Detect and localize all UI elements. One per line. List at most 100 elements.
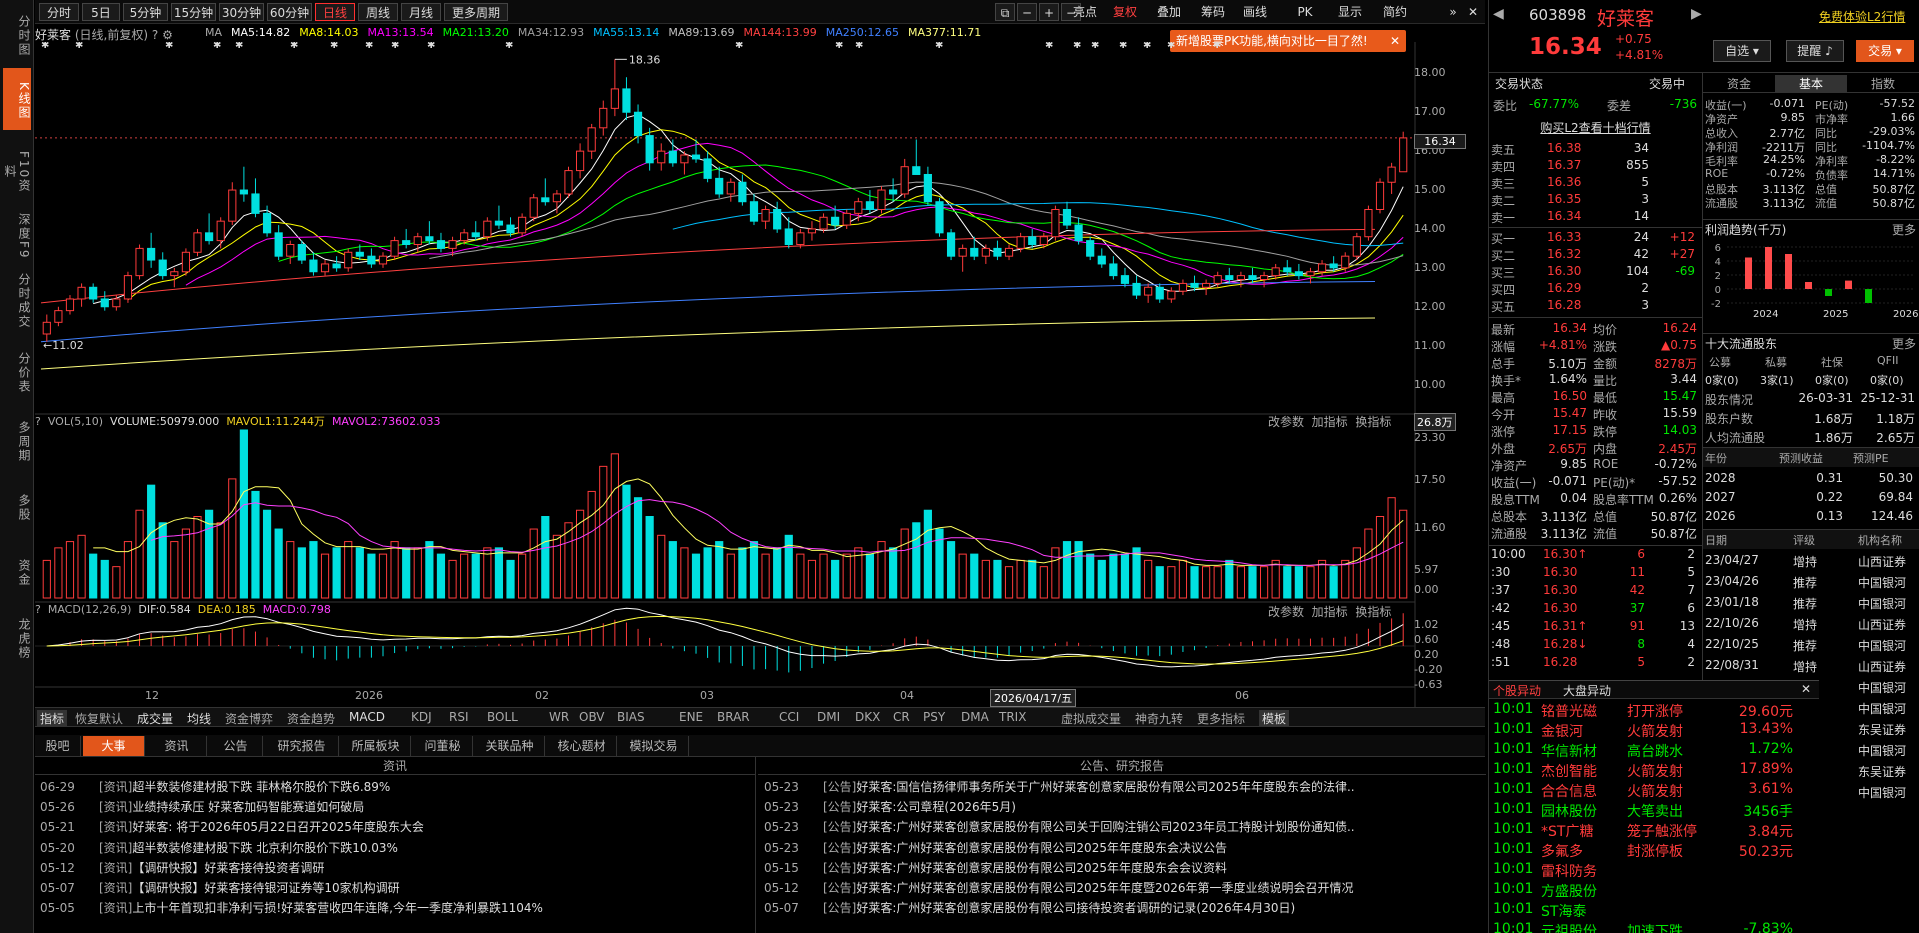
- indicator-tab-10[interactable]: WR: [549, 710, 569, 724]
- trade-button[interactable]: 交易 ▾: [1856, 40, 1914, 62]
- help-icon[interactable]: ?: [35, 415, 41, 428]
- l2-link[interactable]: 购买L2查看十档行情: [1489, 119, 1702, 136]
- period-9[interactable]: 更多周期: [444, 3, 508, 21]
- event-star-icon[interactable]: ✱: [427, 42, 435, 51]
- news-item[interactable]: 06-29 [资讯]超半数装修建材股下跌 菲林格尔股价下跌6.89%: [40, 777, 740, 797]
- indicator-tab-9[interactable]: BOLL: [487, 710, 518, 724]
- toolbar-7[interactable]: 简约: [1375, 3, 1415, 21]
- add-indicator-button[interactable]: 加指标: [1312, 605, 1348, 619]
- period-0[interactable]: 分时: [39, 3, 79, 21]
- indicator-tab-15[interactable]: CCI: [779, 710, 799, 724]
- abnormal-row[interactable]: 10:01 ST海泰: [1489, 901, 1819, 921]
- event-star-icon[interactable]: ✱: [1091, 42, 1099, 51]
- indicator-tab-1[interactable]: 恢复默认: [75, 710, 123, 727]
- zoom-tool-2-icon[interactable]: +: [1039, 3, 1059, 21]
- news-item[interactable]: 05-23 [公告]好莱客:广州好莱客创意家居股份有限公司2025年年度股东会决议…: [764, 838, 1454, 858]
- indicator-tab-6[interactable]: MACD: [349, 710, 385, 724]
- sidebar-item-6[interactable]: 多周期: [3, 412, 31, 468]
- indicator-tab-4[interactable]: 资金博弈: [225, 710, 273, 727]
- event-star-icon[interactable]: ✱: [75, 42, 83, 51]
- fund-tab-0[interactable]: 资金: [1703, 75, 1775, 92]
- more-link[interactable]: 更多: [1892, 335, 1916, 352]
- adjust-mode[interactable]: (日线,前复权): [75, 28, 148, 42]
- indicator-tab-16[interactable]: DMI: [817, 710, 840, 724]
- news-item[interactable]: 05-12 [公告]好莱客:广州好莱客创意家居股份有限公司2025年年度暨2026…: [764, 878, 1454, 898]
- sidebar-item-5[interactable]: 分价表: [3, 338, 31, 404]
- news-item[interactable]: 05-26 [资讯]业绩持续承压 好莱客加码智能赛道如何破局: [40, 797, 740, 817]
- news-tab-8[interactable]: 核心题材: [547, 736, 617, 756]
- event-star-icon[interactable]: ✱: [1119, 42, 1127, 51]
- event-star-icon[interactable]: ✱: [1167, 42, 1175, 51]
- news-item[interactable]: 05-23 [公告]好莱客:国信信扬律师事务所关于广州好莱客创意家居股份有限公司2…: [764, 777, 1454, 797]
- toolbar-2[interactable]: 叠加: [1149, 3, 1189, 21]
- event-star-icon[interactable]: ✱: [835, 42, 843, 51]
- sidebar-item-7[interactable]: 多股: [3, 476, 31, 536]
- zoom-tool-1-icon[interactable]: ─: [1017, 3, 1037, 21]
- toolbar-1[interactable]: 复权: [1105, 3, 1145, 21]
- event-star-icon[interactable]: ✱: [935, 42, 943, 51]
- indicator-tab-19[interactable]: PSY: [923, 710, 945, 724]
- event-star-icon[interactable]: ✱: [1213, 42, 1221, 51]
- event-star-icon[interactable]: ✱: [505, 42, 513, 51]
- news-item[interactable]: 05-23 [公告]好莱客:公司章程(2026年5月): [764, 797, 1454, 817]
- abnormal-row[interactable]: 10:01 华信新材 高台跳水 1.72%: [1489, 741, 1819, 761]
- abnormal-row[interactable]: 10:01 雷科防务: [1489, 861, 1819, 881]
- close-icon[interactable]: ✕: [1465, 3, 1481, 21]
- indicator-tab-21[interactable]: TRIX: [999, 710, 1026, 724]
- prev-stock-icon[interactable]: ◀: [1493, 6, 1504, 22]
- indicator-tab-12[interactable]: BIAS: [617, 710, 645, 724]
- event-star-icon[interactable]: ✱: [735, 42, 743, 51]
- abnormal-row[interactable]: 10:01 方盛股份: [1489, 881, 1819, 901]
- event-star-icon[interactable]: ✱: [290, 42, 298, 51]
- close-icon[interactable]: ✕: [1801, 682, 1811, 696]
- indicator-tab-17[interactable]: DKX: [855, 710, 880, 724]
- abnormal-row[interactable]: 10:01 杰创智能 火箭发射 17.89%: [1489, 761, 1819, 781]
- event-star-icon[interactable]: ✱: [165, 42, 173, 51]
- period-4[interactable]: 30分钟: [219, 3, 264, 21]
- fund-tab-2[interactable]: 指数: [1847, 75, 1919, 92]
- period-6[interactable]: 日线: [315, 3, 355, 21]
- event-star-icon[interactable]: ✱: [330, 42, 338, 51]
- news-item[interactable]: 05-23 [公告]好莱客:广州好莱客创意家居股份有限公司关于回购注销公司2023…: [764, 817, 1454, 837]
- period-2[interactable]: 5分钟: [123, 3, 168, 21]
- news-tab-5[interactable]: 所属板块: [341, 736, 411, 756]
- toolbar-4[interactable]: 画线: [1235, 3, 1275, 21]
- news-item[interactable]: 05-12 [资讯]【调研快报】好莱客接待投资者调研: [40, 858, 740, 878]
- add-favorite-button[interactable]: 自选 ▾: [1713, 40, 1771, 62]
- news-tab-3[interactable]: 公告: [209, 736, 263, 756]
- news-tab-4[interactable]: 研究报告: [265, 736, 339, 756]
- event-star-icon[interactable]: ✱: [1073, 42, 1081, 51]
- event-star-icon[interactable]: ✱: [235, 42, 243, 51]
- next-stock-icon[interactable]: ▶: [1691, 6, 1702, 22]
- abnormal-row[interactable]: 10:01 金银河 火箭发射 13.43%: [1489, 721, 1819, 741]
- period-8[interactable]: 月线: [401, 3, 441, 21]
- news-tab-2[interactable]: 资讯: [147, 736, 207, 756]
- indicator-tab-8[interactable]: RSI: [449, 710, 469, 724]
- abnormal-row[interactable]: 10:01 园林股份 大笔卖出 3456手: [1489, 801, 1819, 821]
- change-indicator-button[interactable]: 换指标: [1355, 415, 1391, 429]
- news-tab-6[interactable]: 问董秘: [413, 736, 473, 756]
- toolbar-5[interactable]: PK: [1285, 3, 1325, 21]
- indicator-tab-25[interactable]: 模板: [1259, 710, 1290, 727]
- more-link[interactable]: 更多: [1892, 221, 1916, 238]
- gear-icon[interactable]: ⚙: [162, 28, 173, 42]
- news-item[interactable]: 05-07 [资讯]【调研快报】好莱客接待银河证券等10家机构调研: [40, 878, 740, 898]
- toolbar-3[interactable]: 筹码: [1193, 3, 1233, 21]
- event-star-icon[interactable]: ✱: [365, 42, 373, 51]
- alert-button[interactable]: 提醒 ♪: [1786, 40, 1844, 62]
- indicator-tab-20[interactable]: DMA: [961, 710, 989, 724]
- news-tab-0[interactable]: 股吧: [35, 736, 81, 756]
- indicator-tab-14[interactable]: BRAR: [717, 710, 750, 724]
- event-star-icon[interactable]: ✱: [391, 42, 399, 51]
- sidebar-item-1[interactable]: K线图: [3, 68, 31, 130]
- news-item[interactable]: 05-07 [公告]好莱客:广州好莱客创意家居股份有限公司接待投资者调研的记录(2…: [764, 898, 1454, 918]
- event-star-icon[interactable]: ✱: [1143, 42, 1151, 51]
- news-tab-7[interactable]: 关联品种: [475, 736, 545, 756]
- abnormal-row[interactable]: 10:01 合合信息 火箭发射 3.61%: [1489, 781, 1819, 801]
- news-item[interactable]: 05-15 [公告]好莱客:广州好莱客创意家居股份有限公司2025年年度股东会会议…: [764, 858, 1454, 878]
- indicator-tab-0[interactable]: 指标: [37, 710, 68, 727]
- event-star-icon[interactable]: ✱: [855, 42, 863, 51]
- period-1[interactable]: 5日: [82, 3, 120, 21]
- abnormal-row[interactable]: 10:01 多氟多 封涨停板 50.23元: [1489, 841, 1819, 861]
- indicator-tab-3[interactable]: 均线: [187, 710, 211, 727]
